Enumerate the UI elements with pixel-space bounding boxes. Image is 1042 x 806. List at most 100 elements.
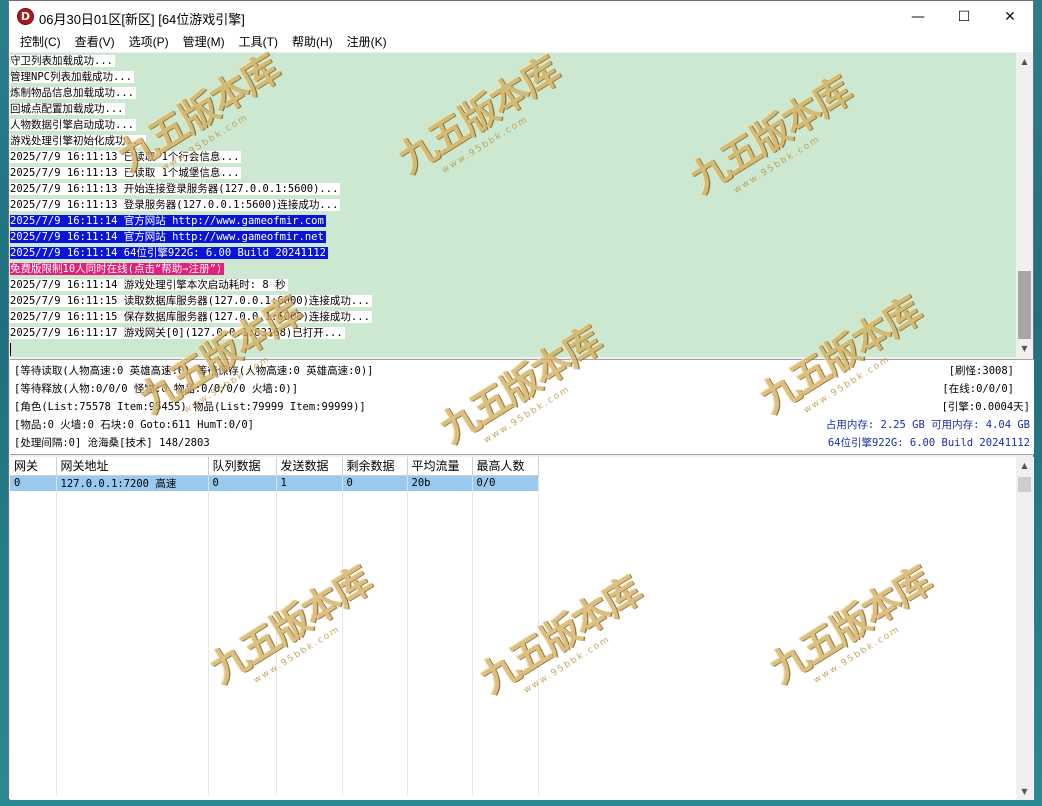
- col-queue-data[interactable]: 队列数据: [208, 457, 277, 476]
- empty-cell: [276, 731, 343, 747]
- empty-row: [10, 491, 539, 507]
- col-avg-traffic[interactable]: 平均流量: [407, 457, 473, 476]
- empty-cell: [208, 587, 277, 603]
- empty-cell: [56, 683, 209, 699]
- status-memory: 占用内存: 2.25 GB 可用内存: 4.04 GB: [825, 419, 1030, 431]
- empty-cell: [276, 491, 343, 507]
- col-max-users[interactable]: 最高人数: [472, 457, 539, 476]
- scroll-down-arrow-icon[interactable]: ▼: [1016, 340, 1033, 357]
- scroll-up-arrow-icon[interactable]: ▲: [1016, 53, 1033, 70]
- close-button[interactable]: ✕: [987, 1, 1033, 32]
- minimize-button[interactable]: —: [895, 1, 941, 32]
- empty-cell: [342, 683, 408, 699]
- log-line: 2025/7/9 16:11:15 读取数据库服务器(127.0.0.1:600…: [10, 293, 1016, 309]
- gateway-scrollbar[interactable]: ▲ ▼: [1016, 457, 1033, 800]
- menu-options[interactable]: 选项(P): [122, 32, 176, 52]
- log-line-text: 人物数据引擎启动成功...: [10, 119, 136, 131]
- empty-cell: [56, 523, 209, 539]
- col-gateway[interactable]: 网关: [10, 457, 57, 476]
- status-engine-uptime: [引擎:0.0004天]: [941, 401, 1030, 413]
- empty-row: [10, 523, 539, 539]
- log-line-text: 2025/7/9 16:11:15 保存数据库服务器(127.0.0.1:600…: [10, 311, 372, 323]
- log-line: 2025/7/9 16:11:14 游戏处理引擎本次启动耗时: 8 秒: [10, 277, 1016, 293]
- scroll-up-arrow-icon[interactable]: ▲: [1016, 457, 1033, 474]
- title-bar[interactable]: D 06月30日01区[新区] [64位游戏引擎] — ☐ ✕: [9, 1, 1033, 32]
- empty-cell: [56, 603, 209, 619]
- col-gateway-address[interactable]: 网关地址: [56, 457, 209, 476]
- log-scroll-thumb[interactable]: [1018, 271, 1031, 339]
- empty-cell: [208, 779, 277, 795]
- gateway-cell: 0: [10, 475, 57, 491]
- empty-row: [10, 555, 539, 571]
- empty-cell: [472, 667, 539, 683]
- empty-cell: [342, 779, 408, 795]
- empty-cell: [472, 763, 539, 779]
- empty-cell: [10, 603, 57, 619]
- status-build: 64位引擎922G: 6.00 Build 20241112: [827, 437, 1030, 449]
- log-line-text: 2025/7/9 16:11:13 登录服务器(127.0.0.1:5600)连…: [10, 199, 341, 211]
- empty-cell: [276, 715, 343, 731]
- empty-cell: [407, 635, 473, 651]
- log-line-text: 2025/7/9 16:11:14 64位引擎922G: 6.00 Build …: [10, 247, 328, 259]
- scroll-down-arrow-icon[interactable]: ▼: [1016, 783, 1033, 800]
- empty-row: [10, 539, 539, 555]
- log-line: 回城点配置加载成功...: [10, 101, 1016, 117]
- empty-cell: [407, 731, 473, 747]
- empty-cell: [276, 587, 343, 603]
- menu-control[interactable]: 控制(C): [13, 32, 68, 52]
- gateway-table: 网关 网关地址 队列数据 发送数据 剩余数据 平均流量 最高人数 0 127.0.…: [10, 457, 539, 795]
- log-line-text: 2025/7/9 16:11:14 官方网站 http://www.gameof…: [10, 215, 326, 227]
- empty-cell: [276, 651, 343, 667]
- log-line: 2025/7/9 16:11:14 64位引擎922G: 6.00 Build …: [10, 245, 1016, 261]
- empty-cell: [342, 651, 408, 667]
- empty-cell: [472, 715, 539, 731]
- empty-cell: [10, 667, 57, 683]
- log-line-text: 2025/7/9 16:11:13 已读取 1个行会信息...: [10, 151, 242, 163]
- col-send-data[interactable]: 发送数据: [276, 457, 343, 476]
- status-objects: [物品:0 火墙:0 石块:0 Goto:611 HumT:0/0]: [14, 419, 255, 431]
- menu-manage[interactable]: 管理(M): [176, 32, 232, 52]
- log-line: 2025/7/9 16:11:13 已读取 1个行会信息...: [10, 149, 1016, 165]
- empty-cell: [10, 651, 57, 667]
- empty-cell: [208, 715, 277, 731]
- empty-cell: [276, 555, 343, 571]
- gateway-scroll-thumb[interactable]: [1018, 477, 1031, 492]
- gateway-list[interactable]: 网关 网关地址 队列数据 发送数据 剩余数据 平均流量 最高人数 0 127.0.…: [10, 457, 1034, 800]
- empty-cell: [10, 715, 57, 731]
- empty-cell: [56, 555, 209, 571]
- status-wait-queue: [等待读取(人物高速:0 英雄高速:0) 等待保存(人物高速:0 英雄高速:0)…: [14, 365, 374, 377]
- close-icon: ✕: [1004, 8, 1016, 25]
- empty-cell: [342, 667, 408, 683]
- app-icon[interactable]: D: [17, 8, 34, 25]
- empty-cell: [208, 667, 277, 683]
- menu-view[interactable]: 查看(V): [68, 32, 122, 52]
- menu-register[interactable]: 注册(K): [340, 32, 394, 52]
- status-online: [在线:0/0/0]: [942, 383, 1014, 395]
- log-scrollbar[interactable]: ▲ ▼: [1016, 53, 1033, 357]
- gateway-row[interactable]: 0 127.0.0.1:7200 高速 0 1 0 20b 0/0: [10, 475, 539, 491]
- empty-cell: [472, 651, 539, 667]
- menu-help[interactable]: 帮助(H): [285, 32, 340, 52]
- empty-cell: [56, 699, 209, 715]
- empty-cell: [208, 763, 277, 779]
- log-line: 2025/7/9 16:11:14 官方网站 http://www.gameof…: [10, 229, 1016, 245]
- log-line: 2025/7/9 16:11:15 保存数据库服务器(127.0.0.1:600…: [10, 309, 1016, 325]
- log-line-text: 2025/7/9 16:11:14 游戏处理引擎本次启动耗时: 8 秒: [10, 279, 288, 291]
- empty-cell: [10, 523, 57, 539]
- empty-cell: [407, 491, 473, 507]
- empty-cell: [56, 635, 209, 651]
- empty-cell: [208, 699, 277, 715]
- empty-cell: [208, 603, 277, 619]
- menu-tools[interactable]: 工具(T): [232, 32, 285, 52]
- empty-cell: [342, 619, 408, 635]
- empty-row: [10, 747, 539, 763]
- empty-cell: [407, 699, 473, 715]
- empty-cell: [472, 571, 539, 587]
- empty-cell: [208, 619, 277, 635]
- maximize-button[interactable]: ☐: [941, 1, 987, 32]
- empty-cell: [472, 779, 539, 795]
- col-remaining-data[interactable]: 剩余数据: [342, 457, 408, 476]
- log-output[interactable]: 守卫列表加载成功... 管理NPC列表加载成功... 炼制物品信息加载成功... 回城…: [10, 53, 1016, 357]
- empty-cell: [56, 731, 209, 747]
- empty-cell: [56, 667, 209, 683]
